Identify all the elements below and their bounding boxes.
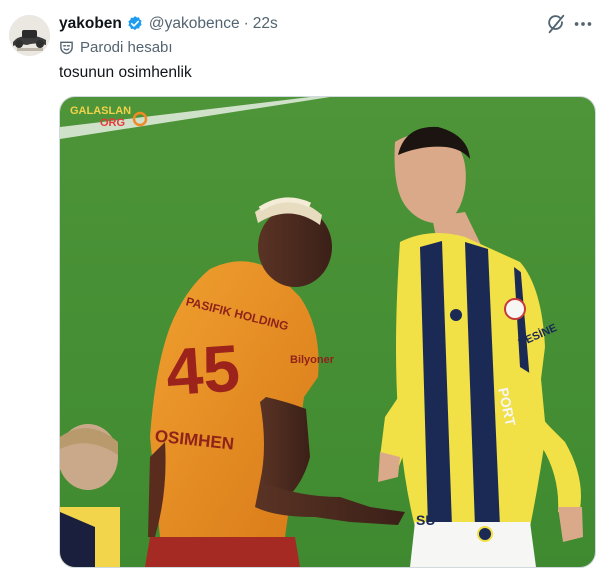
tweet-media[interactable]: GALASLAN ORG 45 PASIFIK HOLDING OSIMHEN … <box>59 96 596 568</box>
display-name[interactable]: yakoben <box>59 15 122 33</box>
separator-dot: · <box>243 15 249 32</box>
tweet-header: yakoben @yakobence · 22s <box>59 13 278 35</box>
watermark-line1: GALASLAN <box>70 105 131 117</box>
verified-badge-icon <box>126 15 144 33</box>
parody-mask-icon <box>59 40 74 55</box>
more-options-icon[interactable] <box>572 13 594 35</box>
watermark-line2: ORG <box>100 117 125 129</box>
tweet-text: tosunun osimhenlik <box>59 64 192 81</box>
parody-label-row: Parodi hesabı <box>59 39 173 56</box>
avatar[interactable] <box>9 15 50 56</box>
timestamp[interactable]: 22s <box>253 15 278 33</box>
opponent-shorts-text: SU <box>416 512 435 528</box>
sleeve-sponsor: Bilyoner <box>290 354 335 366</box>
handle[interactable]: @yakobence <box>149 15 240 33</box>
jersey-number: 45 <box>164 330 242 409</box>
grok-icon[interactable] <box>545 13 567 35</box>
tweet-card[interactable]: yakoben @yakobence · 22s Parodi hesabı t… <box>0 0 600 568</box>
parody-label: Parodi hesabı <box>80 39 173 56</box>
